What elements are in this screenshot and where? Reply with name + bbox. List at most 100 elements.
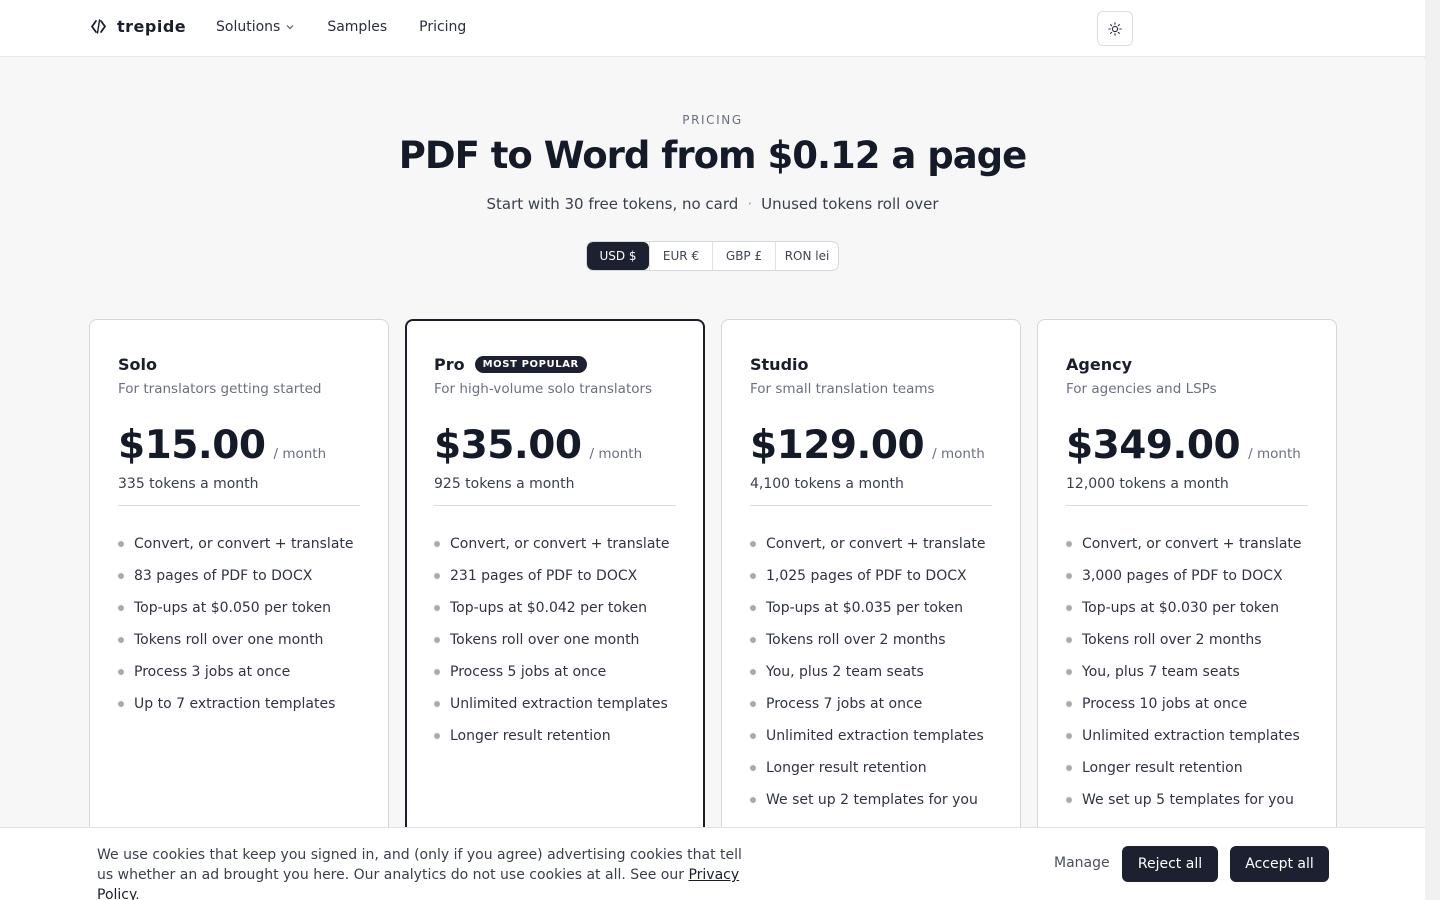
cookie-banner: We use cookies that keep you signed in, … — [0, 827, 1425, 900]
feature-text: Longer result retention — [450, 728, 611, 744]
nav-solutions-label: Solutions — [216, 19, 281, 35]
feature-text: Convert, or convert + translate — [1082, 536, 1302, 552]
bullet-icon — [118, 669, 124, 675]
bullet-icon — [750, 573, 756, 579]
plan-name: Studio — [750, 354, 809, 374]
cookie-message: We use cookies that keep you signed in, … — [97, 845, 757, 900]
plan-price: $129.00 — [750, 423, 925, 468]
bullet-icon — [434, 573, 440, 579]
site-header: trepide Solutions Samples Pricing — [0, 0, 1425, 57]
feature-text: Top-ups at $0.035 per token — [766, 600, 963, 616]
currency-option-gbp[interactable]: GBP £ — [712, 242, 775, 270]
plan-features: Convert, or convert + translate 3,000 pag… — [1066, 528, 1308, 816]
feature-text: Convert, or convert + translate — [450, 536, 670, 552]
currency-option-eur[interactable]: EUR € — [649, 242, 712, 270]
plan-period: / month — [273, 446, 327, 462]
page-title: PDF to Word from $0.12 a page — [398, 134, 1028, 177]
plan-name: Pro — [434, 354, 465, 374]
feature-item: You, plus 7 team seats — [1066, 656, 1308, 688]
feature-item: Top-ups at $0.050 per token — [118, 592, 360, 624]
feature-item: Up to 7 extraction templates — [118, 688, 360, 720]
plan-card-pro: Pro MOST POPULAR For high-volume solo tr… — [405, 319, 705, 859]
feature-text: Longer result retention — [1082, 760, 1243, 776]
currency-option-usd[interactable]: USD $ — [587, 242, 649, 270]
bullet-icon — [1066, 733, 1072, 739]
feature-text: Top-ups at $0.050 per token — [134, 600, 331, 616]
bullet-icon — [1066, 669, 1072, 675]
bullet-icon — [750, 733, 756, 739]
feature-item: Tokens roll over 2 months — [750, 624, 992, 656]
feature-text: We set up 2 templates for you — [766, 792, 978, 808]
brand-logo[interactable]: trepide — [90, 17, 186, 36]
feature-item: Top-ups at $0.030 per token — [1066, 592, 1308, 624]
plan-tokens: 12,000 tokens a month — [1066, 476, 1308, 506]
accept-all-button[interactable]: Accept all — [1230, 846, 1329, 882]
feature-text: We set up 5 templates for you — [1082, 792, 1294, 808]
nav-pricing[interactable]: Pricing — [419, 19, 466, 35]
feature-text: You, plus 7 team seats — [1082, 664, 1240, 680]
feature-item: Longer result retention — [1066, 752, 1308, 784]
bullet-icon — [1066, 637, 1072, 643]
bullet-icon — [750, 701, 756, 707]
feature-item: 1,025 pages of PDF to DOCX — [750, 560, 992, 592]
feature-item: Tokens roll over one month — [118, 624, 360, 656]
cookie-text: We use cookies that keep you signed in, … — [97, 847, 742, 883]
feature-item: Tokens roll over one month — [434, 624, 676, 656]
bullet-icon — [750, 605, 756, 611]
feature-text: 1,025 pages of PDF to DOCX — [766, 568, 967, 584]
manage-cookies-button[interactable]: Manage — [1054, 855, 1110, 871]
plan-tokens: 4,100 tokens a month — [750, 476, 992, 506]
nav-samples-label: Samples — [327, 19, 388, 35]
currency-switcher: USD $ EUR € GBP £ RON lei — [586, 241, 839, 271]
nav-pricing-label: Pricing — [419, 19, 467, 35]
feature-item: Convert, or convert + translate — [434, 528, 676, 560]
page-subtitle: Start with 30 free tokens, no card · Unuse… — [0, 195, 1425, 213]
plan-description: For agencies and LSPs — [1066, 381, 1217, 397]
feature-text: Process 7 jobs at once — [766, 696, 923, 712]
feature-text: 231 pages of PDF to DOCX — [450, 568, 638, 584]
feature-item: 83 pages of PDF to DOCX — [118, 560, 360, 592]
feature-item: Unlimited extraction templates — [434, 688, 676, 720]
plan-card-solo: Solo For translators getting started $15… — [89, 319, 389, 859]
feature-item: We set up 5 templates for you — [1066, 784, 1308, 816]
plan-tokens: 335 tokens a month — [118, 476, 360, 506]
plan-period: / month — [1248, 446, 1301, 462]
feature-text: Unlimited extraction templates — [766, 728, 984, 744]
bullet-icon — [118, 701, 124, 707]
feature-text: Longer result retention — [766, 760, 927, 776]
bullet-icon — [434, 541, 440, 547]
bullet-icon — [118, 541, 124, 547]
feature-text: Convert, or convert + translate — [766, 536, 986, 552]
feature-text: 83 pages of PDF to DOCX — [134, 568, 313, 584]
plan-card-agency: Agency For agencies and LSPs $349.00 / m… — [1037, 319, 1337, 859]
nav-solutions[interactable]: Solutions — [216, 19, 295, 35]
plan-description: For high-volume solo translators — [434, 381, 653, 397]
page-scrollbar[interactable] — [1425, 0, 1440, 900]
bullet-icon — [434, 637, 440, 643]
feature-text: Unlimited extraction templates — [450, 696, 668, 712]
plan-features: Convert, or convert + translate 1,025 pag… — [750, 528, 992, 816]
feature-item: Process 3 jobs at once — [118, 656, 360, 688]
bullet-icon — [750, 541, 756, 547]
reject-all-button[interactable]: Reject all — [1122, 846, 1218, 882]
feature-text: Tokens roll over 2 months — [1082, 632, 1262, 648]
feature-text: Process 5 jobs at once — [450, 664, 607, 680]
feature-item: Unlimited extraction templates — [750, 720, 992, 752]
theme-toggle-button[interactable] — [1097, 11, 1133, 46]
code-brackets-icon — [91, 19, 106, 34]
feature-text: Tokens roll over one month — [134, 632, 324, 648]
nav-samples[interactable]: Samples — [327, 19, 387, 35]
most-popular-badge: MOST POPULAR — [474, 355, 587, 373]
plan-price: $349.00 — [1066, 423, 1241, 468]
currency-option-ron[interactable]: RON lei — [775, 242, 838, 270]
feature-text: Tokens roll over 2 months — [766, 632, 946, 648]
feature-text: Up to 7 extraction templates — [134, 696, 336, 712]
plan-period: / month — [932, 446, 985, 462]
plan-description: For translators getting started — [118, 381, 322, 397]
feature-item: Top-ups at $0.042 per token — [434, 592, 676, 624]
feature-item: Longer result retention — [434, 720, 676, 752]
chevron-down-icon — [286, 25, 294, 30]
bullet-icon — [750, 669, 756, 675]
plan-description: For small translation teams — [750, 381, 935, 397]
feature-text: Top-ups at $0.030 per token — [1082, 600, 1279, 616]
